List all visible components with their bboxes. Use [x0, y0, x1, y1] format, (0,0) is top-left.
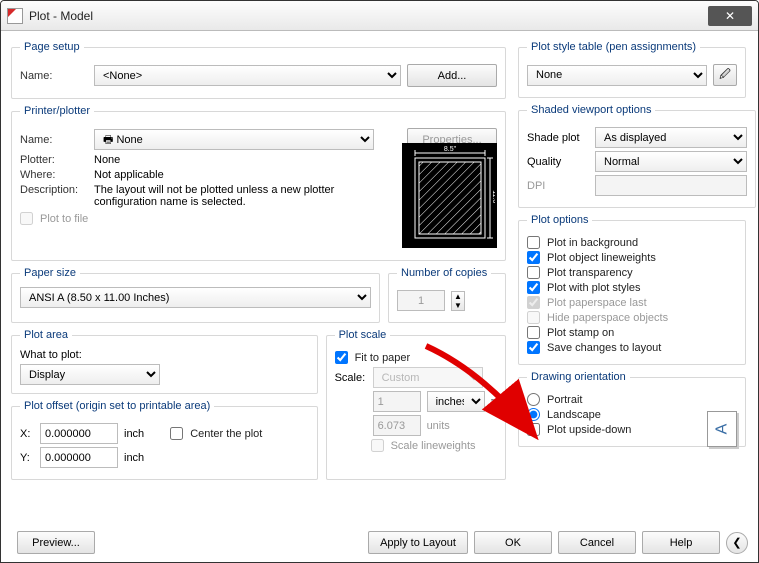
save-changes-checkbox[interactable]: Save changes to layout: [527, 341, 737, 354]
plot-offset-group: Plot offset (origin set to printable are…: [11, 400, 318, 480]
printer-legend: Printer/plotter: [20, 105, 94, 117]
printer-name-label: Name:: [20, 134, 88, 146]
page-name-label: Name:: [20, 70, 88, 82]
paper-preview: 8.5" 11.0": [402, 143, 497, 248]
quality-label: Quality: [527, 156, 589, 168]
plot-options-legend: Plot options: [527, 214, 592, 226]
expand-button[interactable]: ❮: [726, 532, 748, 554]
apply-button[interactable]: Apply to Layout: [368, 531, 468, 554]
plotter-label: Plotter:: [20, 154, 88, 166]
portrait-radio[interactable]: Portrait: [527, 393, 737, 406]
y-input[interactable]: [40, 447, 118, 468]
bottom-bar: Preview... Apply to Layout OK Cancel Hel…: [11, 531, 748, 554]
plot-stamp-checkbox[interactable]: Plot stamp on: [527, 326, 737, 339]
shaded-viewport-group: Shaded viewport options Shade plot As di…: [518, 104, 756, 208]
client-area: Page setup Name: <None> Add... Printer/p…: [1, 31, 758, 562]
plot-style-select[interactable]: None: [527, 65, 707, 86]
plot-style-group: Plot style table (pen assignments) None …: [518, 41, 746, 98]
plot-background-checkbox[interactable]: Plot in background: [527, 236, 737, 249]
equals-label: =: [491, 396, 497, 408]
page-name-select[interactable]: <None>: [94, 65, 401, 86]
desc-value: The layout will not be plotted unless a …: [94, 184, 390, 208]
page-setup-legend: Page setup: [20, 41, 84, 53]
copies-input: [397, 290, 445, 311]
preview-button[interactable]: Preview...: [17, 531, 95, 554]
orientation-group: Drawing orientation Portrait Landscape P…: [518, 371, 746, 447]
x-input[interactable]: [40, 423, 118, 444]
scale-num1-input: [373, 391, 421, 412]
scale-unit1-select[interactable]: inches: [427, 391, 485, 412]
x-label: X:: [20, 428, 34, 440]
paper-size-group: Paper size ANSI A (8.50 x 11.00 Inches): [11, 267, 380, 323]
x-unit: inch: [124, 428, 144, 440]
plot-scale-legend: Plot scale: [335, 329, 391, 341]
add-button[interactable]: Add...: [407, 64, 497, 87]
plot-transparency-checkbox[interactable]: Plot transparency: [527, 266, 737, 279]
landscape-radio[interactable]: Landscape: [527, 408, 737, 421]
svg-text:11.0": 11.0": [491, 190, 495, 206]
scale-select: Custom: [373, 367, 483, 388]
page-setup-group: Page setup Name: <None> Add...: [11, 41, 506, 99]
upside-down-checkbox[interactable]: Plot upside-down: [527, 423, 737, 436]
ok-button[interactable]: OK: [474, 531, 552, 554]
title-bar: Plot - Model ✕: [1, 1, 758, 31]
paper-size-legend: Paper size: [20, 267, 80, 279]
dpi-label: DPI: [527, 180, 589, 192]
copies-legend: Number of copies: [397, 267, 491, 279]
plot-paperspace-last-checkbox: Plot paperspace last: [527, 296, 737, 309]
where-value: Not applicable: [94, 169, 164, 181]
paper-size-select[interactable]: ANSI A (8.50 x 11.00 Inches): [20, 287, 371, 308]
help-button[interactable]: Help: [642, 531, 720, 554]
svg-text:8.5": 8.5": [443, 146, 456, 153]
plot-style-legend: Plot style table (pen assignments): [527, 41, 700, 53]
fit-to-paper-checkbox[interactable]: Fit to paper: [335, 351, 497, 364]
orientation-icon: A: [707, 411, 737, 447]
autocad-icon: [7, 8, 23, 24]
copies-group: Number of copies ▲▼: [388, 267, 506, 323]
cancel-button[interactable]: Cancel: [558, 531, 636, 554]
plot-scale-group: Plot scale Fit to paper Scale: Custom in…: [326, 329, 506, 480]
plot-style-edit-button[interactable]: 🖉: [713, 64, 737, 86]
scale-num2-input: [373, 415, 421, 436]
where-label: Where:: [20, 169, 88, 181]
printer-group: Printer/plotter Name: 🖶 None Properties.…: [11, 105, 506, 261]
quality-select[interactable]: Normal: [595, 151, 747, 172]
window-title: Plot - Model: [29, 9, 93, 23]
plot-area-group: Plot area What to plot: Display: [11, 329, 318, 394]
orientation-legend: Drawing orientation: [527, 371, 630, 383]
center-plot-checkbox[interactable]: Center the plot: [170, 427, 262, 440]
what-to-plot-select[interactable]: Display: [20, 364, 160, 385]
plot-dialog: Plot - Model ✕ Page setup Name: <None> A…: [0, 0, 759, 563]
what-to-plot-label: What to plot:: [20, 349, 309, 361]
shade-plot-label: Shade plot: [527, 132, 589, 144]
close-button[interactable]: ✕: [708, 6, 752, 26]
printer-name-select[interactable]: 🖶 None: [94, 129, 374, 150]
copies-spinner: ▲▼: [451, 291, 465, 311]
plotter-value: None: [94, 154, 120, 166]
scale-unit2-label: units: [427, 420, 450, 432]
plot-lineweights-checkbox[interactable]: Plot object lineweights: [527, 251, 737, 264]
shaded-legend: Shaded viewport options: [527, 104, 655, 116]
plot-options-group: Plot options Plot in background Plot obj…: [518, 214, 746, 365]
dpi-input: [595, 175, 747, 196]
plot-area-legend: Plot area: [20, 329, 72, 341]
scale-lineweights-checkbox: Scale lineweights: [371, 439, 497, 452]
scale-label: Scale:: [335, 372, 367, 384]
plot-offset-legend: Plot offset (origin set to printable are…: [20, 400, 214, 412]
y-label: Y:: [20, 452, 34, 464]
plot-styles-checkbox[interactable]: Plot with plot styles: [527, 281, 737, 294]
y-unit: inch: [124, 452, 144, 464]
hide-paperspace-checkbox: Hide paperspace objects: [527, 311, 737, 324]
desc-label: Description:: [20, 184, 88, 196]
shade-plot-select[interactable]: As displayed: [595, 127, 747, 148]
